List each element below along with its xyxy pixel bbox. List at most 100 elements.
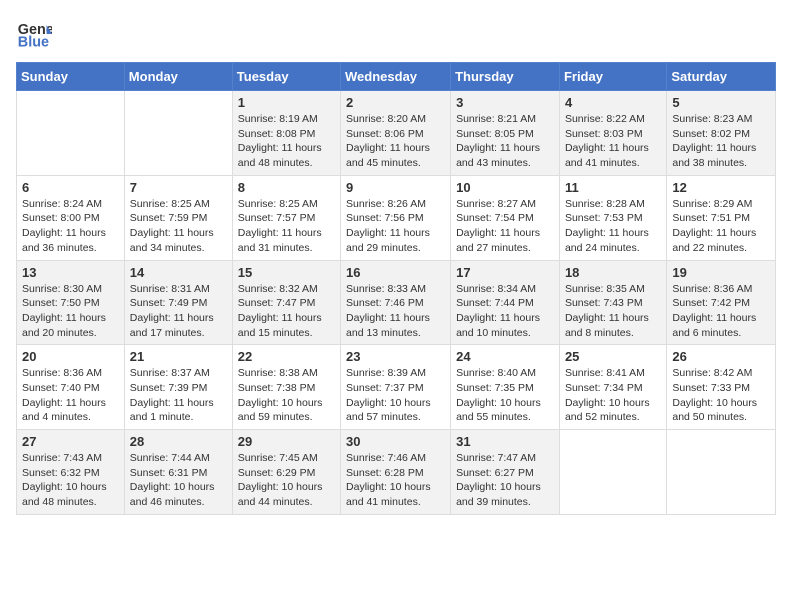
day-number: 19 <box>672 265 770 280</box>
calendar-cell: 15 Sunrise: 8:32 AM Sunset: 7:47 PM Dayli… <box>232 260 340 345</box>
calendar-cell: 9 Sunrise: 8:26 AM Sunset: 7:56 PM Daylig… <box>341 175 451 260</box>
day-info: Sunrise: 8:39 AM Sunset: 7:37 PM Dayligh… <box>346 366 445 425</box>
calendar-cell: 11 Sunrise: 8:28 AM Sunset: 7:53 PM Dayli… <box>559 175 666 260</box>
calendar-cell: 21 Sunrise: 8:37 AM Sunset: 7:39 PM Dayli… <box>124 345 232 430</box>
day-number: 15 <box>238 265 335 280</box>
calendar-cell: 2 Sunrise: 8:20 AM Sunset: 8:06 PM Daylig… <box>341 91 451 176</box>
weekday-header: Friday <box>559 63 666 91</box>
svg-text:Blue: Blue <box>18 35 49 51</box>
day-number: 30 <box>346 434 445 449</box>
day-number: 31 <box>456 434 554 449</box>
day-info: Sunrise: 8:36 AM Sunset: 7:40 PM Dayligh… <box>22 366 119 425</box>
day-number: 3 <box>456 95 554 110</box>
calendar-cell <box>559 430 666 515</box>
day-number: 2 <box>346 95 445 110</box>
weekday-header: Saturday <box>667 63 776 91</box>
calendar-week-row: 13Sunrise: 8:30 AM Sunset: 7:50 PM Dayli… <box>17 260 776 345</box>
logo-icon: General Blue <box>16 16 52 52</box>
day-info: Sunrise: 8:26 AM Sunset: 7:56 PM Dayligh… <box>346 197 445 256</box>
page-header: General Blue <box>16 16 776 52</box>
calendar-cell: 31 Sunrise: 7:47 AM Sunset: 6:27 PM Dayli… <box>451 430 560 515</box>
calendar-cell: 13Sunrise: 8:30 AM Sunset: 7:50 PM Dayli… <box>17 260 125 345</box>
day-info: Sunrise: 7:46 AM Sunset: 6:28 PM Dayligh… <box>346 451 445 510</box>
day-info: Sunrise: 8:38 AM Sunset: 7:38 PM Dayligh… <box>238 366 335 425</box>
calendar-cell: 6 Sunrise: 8:24 AM Sunset: 8:00 PM Daylig… <box>17 175 125 260</box>
calendar-cell: 5 Sunrise: 8:23 AM Sunset: 8:02 PM Daylig… <box>667 91 776 176</box>
calendar-cell: 10Sunrise: 8:27 AM Sunset: 7:54 PM Dayli… <box>451 175 560 260</box>
weekday-header: Wednesday <box>341 63 451 91</box>
calendar-cell: 16 Sunrise: 8:33 AM Sunset: 7:46 PM Dayli… <box>341 260 451 345</box>
calendar-cell: 19 Sunrise: 8:36 AM Sunset: 7:42 PM Dayli… <box>667 260 776 345</box>
day-number: 20 <box>22 349 119 364</box>
calendar-table: SundayMondayTuesdayWednesdayThursdayFrid… <box>16 62 776 515</box>
calendar-cell: 8 Sunrise: 8:25 AM Sunset: 7:57 PM Daylig… <box>232 175 340 260</box>
calendar-cell: 30 Sunrise: 7:46 AM Sunset: 6:28 PM Dayli… <box>341 430 451 515</box>
day-info: Sunrise: 8:36 AM Sunset: 7:42 PM Dayligh… <box>672 282 770 341</box>
day-info: Sunrise: 8:19 AM Sunset: 8:08 PM Dayligh… <box>238 112 335 171</box>
calendar-cell: 24Sunrise: 8:40 AM Sunset: 7:35 PM Dayli… <box>451 345 560 430</box>
calendar-cell: 27 Sunrise: 7:43 AM Sunset: 6:32 PM Dayli… <box>17 430 125 515</box>
day-number: 5 <box>672 95 770 110</box>
day-info: Sunrise: 8:32 AM Sunset: 7:47 PM Dayligh… <box>238 282 335 341</box>
calendar-header-row: SundayMondayTuesdayWednesdayThursdayFrid… <box>17 63 776 91</box>
day-number: 22 <box>238 349 335 364</box>
day-number: 21 <box>130 349 227 364</box>
weekday-header: Tuesday <box>232 63 340 91</box>
day-info: Sunrise: 8:25 AM Sunset: 7:57 PM Dayligh… <box>238 197 335 256</box>
day-number: 26 <box>672 349 770 364</box>
calendar-cell: 18Sunrise: 8:35 AM Sunset: 7:43 PM Dayli… <box>559 260 666 345</box>
day-number: 18 <box>565 265 661 280</box>
weekday-header: Thursday <box>451 63 560 91</box>
day-info: Sunrise: 7:43 AM Sunset: 6:32 PM Dayligh… <box>22 451 119 510</box>
day-number: 14 <box>130 265 227 280</box>
calendar-cell: 7 Sunrise: 8:25 AM Sunset: 7:59 PM Daylig… <box>124 175 232 260</box>
day-info: Sunrise: 8:31 AM Sunset: 7:49 PM Dayligh… <box>130 282 227 341</box>
day-info: Sunrise: 7:45 AM Sunset: 6:29 PM Dayligh… <box>238 451 335 510</box>
day-number: 8 <box>238 180 335 195</box>
day-info: Sunrise: 8:28 AM Sunset: 7:53 PM Dayligh… <box>565 197 661 256</box>
day-number: 12 <box>672 180 770 195</box>
calendar-cell: 4Sunrise: 8:22 AM Sunset: 8:03 PM Daylig… <box>559 91 666 176</box>
day-number: 17 <box>456 265 554 280</box>
day-info: Sunrise: 8:29 AM Sunset: 7:51 PM Dayligh… <box>672 197 770 256</box>
day-info: Sunrise: 8:24 AM Sunset: 8:00 PM Dayligh… <box>22 197 119 256</box>
calendar-cell: 3 Sunrise: 8:21 AM Sunset: 8:05 PM Daylig… <box>451 91 560 176</box>
weekday-header: Sunday <box>17 63 125 91</box>
day-info: Sunrise: 8:33 AM Sunset: 7:46 PM Dayligh… <box>346 282 445 341</box>
calendar-cell: 29 Sunrise: 7:45 AM Sunset: 6:29 PM Dayli… <box>232 430 340 515</box>
day-number: 10 <box>456 180 554 195</box>
day-info: Sunrise: 8:25 AM Sunset: 7:59 PM Dayligh… <box>130 197 227 256</box>
calendar-cell: 25 Sunrise: 8:41 AM Sunset: 7:34 PM Dayli… <box>559 345 666 430</box>
day-info: Sunrise: 8:40 AM Sunset: 7:35 PM Dayligh… <box>456 366 554 425</box>
day-info: Sunrise: 8:42 AM Sunset: 7:33 PM Dayligh… <box>672 366 770 425</box>
calendar-cell: 12 Sunrise: 8:29 AM Sunset: 7:51 PM Dayli… <box>667 175 776 260</box>
calendar-cell <box>667 430 776 515</box>
day-number: 6 <box>22 180 119 195</box>
logo: General Blue <box>16 16 60 52</box>
day-info: Sunrise: 7:47 AM Sunset: 6:27 PM Dayligh… <box>456 451 554 510</box>
day-info: Sunrise: 8:37 AM Sunset: 7:39 PM Dayligh… <box>130 366 227 425</box>
day-number: 9 <box>346 180 445 195</box>
day-number: 16 <box>346 265 445 280</box>
day-number: 29 <box>238 434 335 449</box>
day-number: 27 <box>22 434 119 449</box>
day-number: 28 <box>130 434 227 449</box>
day-info: Sunrise: 8:23 AM Sunset: 8:02 PM Dayligh… <box>672 112 770 171</box>
calendar-cell: 1Sunrise: 8:19 AM Sunset: 8:08 PM Daylig… <box>232 91 340 176</box>
calendar-cell: 23Sunrise: 8:39 AM Sunset: 7:37 PM Dayli… <box>341 345 451 430</box>
day-number: 25 <box>565 349 661 364</box>
day-info: Sunrise: 8:20 AM Sunset: 8:06 PM Dayligh… <box>346 112 445 171</box>
calendar-cell: 22 Sunrise: 8:38 AM Sunset: 7:38 PM Dayli… <box>232 345 340 430</box>
calendar-cell: 14 Sunrise: 8:31 AM Sunset: 7:49 PM Dayli… <box>124 260 232 345</box>
day-info: Sunrise: 8:21 AM Sunset: 8:05 PM Dayligh… <box>456 112 554 171</box>
day-info: Sunrise: 8:41 AM Sunset: 7:34 PM Dayligh… <box>565 366 661 425</box>
day-info: Sunrise: 8:34 AM Sunset: 7:44 PM Dayligh… <box>456 282 554 341</box>
day-number: 7 <box>130 180 227 195</box>
day-number: 11 <box>565 180 661 195</box>
calendar-cell: 28 Sunrise: 7:44 AM Sunset: 6:31 PM Dayli… <box>124 430 232 515</box>
day-number: 13 <box>22 265 119 280</box>
calendar-cell: 17 Sunrise: 8:34 AM Sunset: 7:44 PM Dayli… <box>451 260 560 345</box>
day-info: Sunrise: 7:44 AM Sunset: 6:31 PM Dayligh… <box>130 451 227 510</box>
calendar-cell <box>17 91 125 176</box>
calendar-cell: 26 Sunrise: 8:42 AM Sunset: 7:33 PM Dayli… <box>667 345 776 430</box>
